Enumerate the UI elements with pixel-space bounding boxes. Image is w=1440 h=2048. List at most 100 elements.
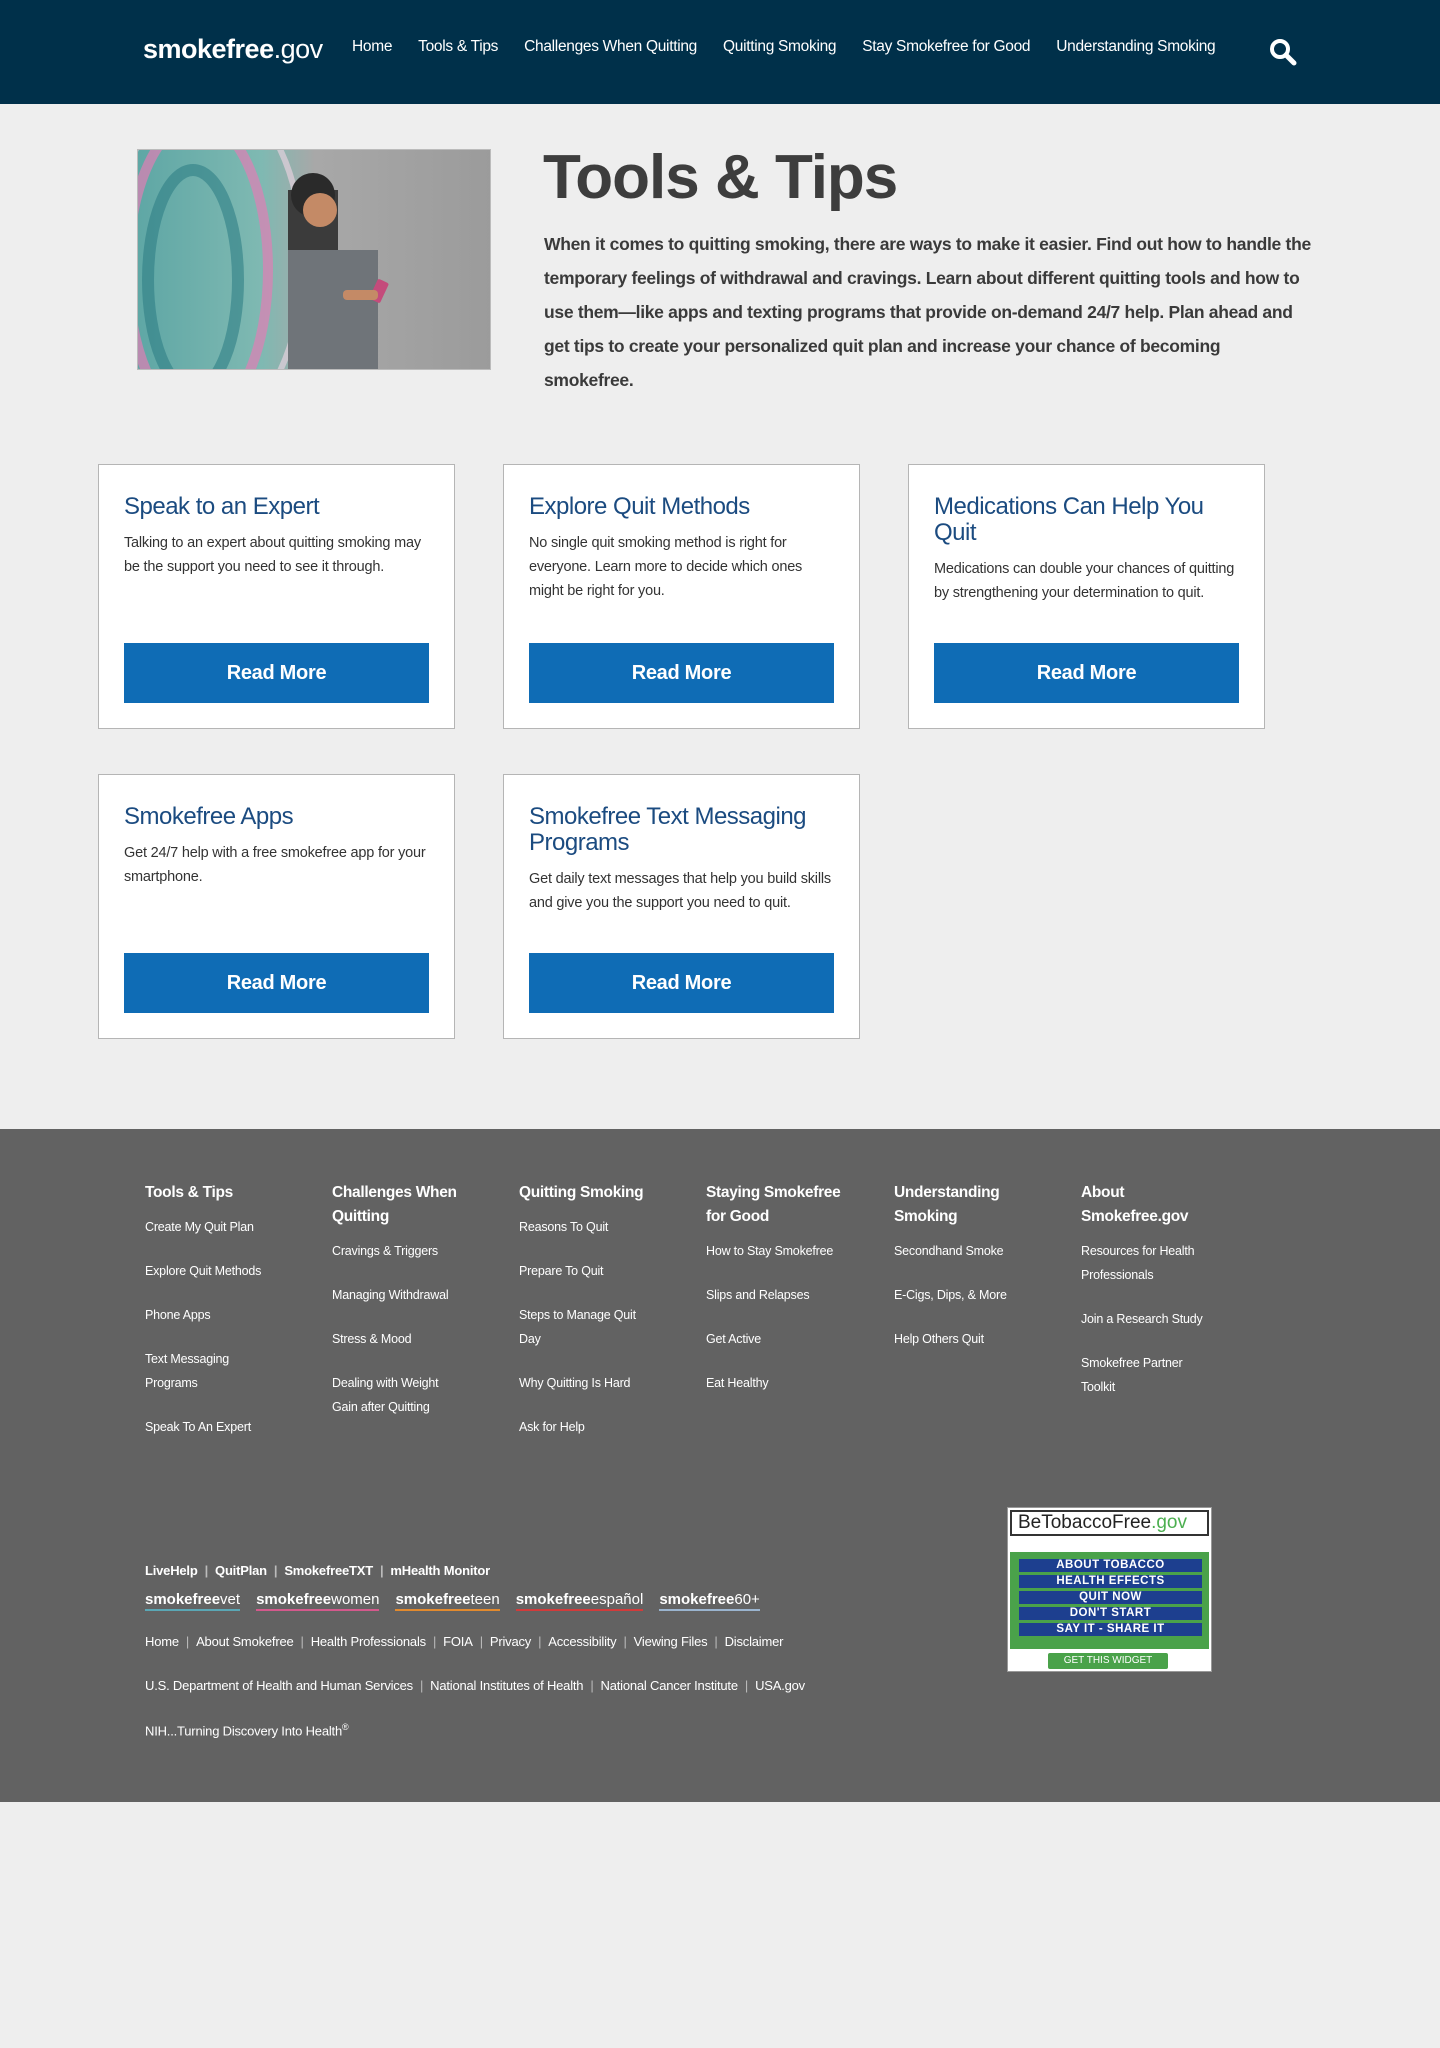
footer-link-health-professionals[interactable]: Health Professionals [311, 1634, 426, 1649]
widget-item[interactable]: DON'T START [1019, 1607, 1202, 1620]
footer-link[interactable]: Join a Research Study [1081, 1312, 1203, 1326]
read-more-button[interactable]: Read More [529, 643, 834, 703]
read-more-button[interactable]: Read More [529, 953, 834, 1013]
footer-link[interactable]: Eat Healthy [706, 1376, 769, 1390]
footer-link-home[interactable]: Home [145, 1634, 179, 1649]
brand-smokefree-women[interactable]: smokefreewomen [256, 1591, 380, 1611]
widget-menu: ABOUT TOBACCO HEALTH EFFECTS QUIT NOW DO… [1010, 1552, 1209, 1649]
page-title: Tools & Tips [543, 143, 898, 212]
card-text: Get daily text messages that help you bu… [529, 871, 831, 911]
card-smokefree-apps: Smokefree Apps Get 24/7 help with a free… [98, 774, 455, 1039]
footer-link[interactable]: Explore Quit Methods [145, 1264, 261, 1278]
logo-light-text: .gov [273, 34, 324, 64]
gov-link-usagov[interactable]: USA.gov [755, 1678, 805, 1693]
footer-link[interactable]: Get Active [706, 1332, 761, 1346]
footer-link[interactable]: Steps to Manage Quit Day [519, 1308, 636, 1346]
footer-link[interactable]: Resources for Health Professionals [1081, 1244, 1195, 1282]
footer-heading[interactable]: About Smokefree.gov [1081, 1181, 1201, 1229]
gov-link-nci[interactable]: National Cancer Institute [601, 1678, 739, 1693]
main-nav: Home Tools & Tips Challenges When Quitti… [352, 38, 1241, 56]
nav-stay-smokefree[interactable]: Stay Smokefree for Good [862, 38, 1030, 56]
footer-link[interactable]: Dealing with Weight Gain after Quitting [332, 1376, 439, 1414]
nav-tools-tips[interactable]: Tools & Tips [418, 38, 498, 56]
footer-heading[interactable]: Staying Smokefree for Good [706, 1181, 851, 1229]
footer-link[interactable]: Phone Apps [145, 1308, 211, 1322]
page-description: When it comes to quitting smoking, there… [544, 234, 1311, 390]
get-widget-button[interactable]: GET THIS WIDGET [1048, 1653, 1168, 1669]
footer-link[interactable]: Why Quitting Is Hard [519, 1376, 631, 1390]
footer-link[interactable]: Stress & Mood [332, 1332, 412, 1346]
footer-link[interactable]: Smokefree Partner Toolkit [1081, 1356, 1183, 1394]
site-logo[interactable]: smokefree.gov [143, 34, 323, 65]
footer-heading[interactable]: Understanding Smoking [894, 1181, 1014, 1229]
widget-item[interactable]: QUIT NOW [1019, 1591, 1202, 1604]
card-title: Explore Quit Methods [529, 493, 750, 520]
footer-col-staying-smokefree: Staying Smokefree for Good How to Stay S… [706, 1181, 846, 1415]
card-text-messaging: Smokefree Text Messaging Programs Get da… [503, 774, 860, 1039]
footer-link[interactable]: Speak To An Expert [145, 1420, 251, 1434]
footer-col-understanding-smoking: Understanding Smoking Secondhand Smoke E… [894, 1181, 1034, 1371]
card-title: Smokefree Text Messaging Programs [529, 803, 807, 856]
brand-smokefree-teen[interactable]: smokefreeteen [395, 1591, 500, 1611]
card-text: Medications can double your chances of q… [934, 561, 1235, 601]
footer-link-about[interactable]: About Smokefree [196, 1634, 294, 1649]
program-link-livehelp[interactable]: LiveHelp [145, 1563, 198, 1578]
footer-link[interactable]: E-Cigs, Dips, & More [894, 1288, 1007, 1302]
widget-item[interactable]: SAY IT - SHARE IT [1019, 1623, 1202, 1636]
program-link-smokefreetxt[interactable]: SmokefreeTXT [284, 1563, 373, 1578]
footer-link[interactable]: Cravings & Triggers [332, 1244, 438, 1258]
footer-link[interactable]: Ask for Help [519, 1420, 585, 1434]
nav-quitting-smoking[interactable]: Quitting Smoking [723, 38, 837, 56]
tagline-text: NIH...Turning Discovery Into Health [145, 1723, 342, 1739]
footer-heading[interactable]: Quitting Smoking [519, 1181, 659, 1205]
logo-bold-text: smokefree [143, 34, 274, 64]
footer-link[interactable]: Help Others Quit [894, 1332, 984, 1346]
nav-challenges[interactable]: Challenges When Quitting [524, 38, 697, 56]
widget-item[interactable]: ABOUT TOBACCO [1019, 1559, 1202, 1572]
read-more-button[interactable]: Read More [124, 953, 429, 1013]
footer-link[interactable]: How to Stay Smokefree [706, 1244, 833, 1258]
widget-title: BeTobaccoFree.gov [1010, 1510, 1209, 1536]
footer-link-disclaimer[interactable]: Disclaimer [725, 1634, 784, 1649]
registered-mark: ® [341, 1722, 349, 1732]
footer-link[interactable]: Text Messaging Programs [145, 1352, 229, 1390]
widget-item[interactable]: HEALTH EFFECTS [1019, 1575, 1202, 1588]
footer-link-accessibility[interactable]: Accessibility [548, 1634, 616, 1649]
nih-tagline[interactable]: NIH...Turning Discovery Into Health® [145, 1722, 349, 1739]
footer-link[interactable]: Prepare To Quit [519, 1264, 604, 1278]
footer-link[interactable]: Secondhand Smoke [894, 1244, 1004, 1258]
card-text: Get 24/7 help with a free smokefree app … [124, 845, 426, 885]
betobaccofree-widget[interactable]: BeTobaccoFree.gov ABOUT TOBACCO HEALTH E… [1007, 1507, 1212, 1672]
footer-link[interactable]: Slips and Relapses [706, 1288, 810, 1302]
read-more-button[interactable]: Read More [934, 643, 1239, 703]
program-link-quitplan[interactable]: QuitPlan [215, 1563, 267, 1578]
search-icon[interactable] [1268, 37, 1298, 67]
footer-link[interactable]: Managing Withdrawal [332, 1288, 449, 1302]
footer-col-quitting-smoking: Quitting Smoking Reasons To Quit Prepare… [519, 1181, 659, 1459]
gov-link-nih[interactable]: National Institutes of Health [430, 1678, 583, 1693]
brand-links: smokefreevet smokefreewomen smokefreetee… [145, 1591, 776, 1611]
brand-smokefree-60plus[interactable]: smokefree60+ [659, 1591, 760, 1611]
card-text: No single quit smoking method is right f… [529, 535, 803, 599]
gov-link-hhs[interactable]: U.S. Department of Health and Human Serv… [145, 1678, 413, 1693]
hero-image [137, 149, 491, 370]
footer-heading[interactable]: Tools & Tips [145, 1181, 285, 1205]
card-title: Speak to an Expert [124, 493, 320, 520]
card-medications: Medications Can Help You Quit Medication… [908, 464, 1265, 729]
footer-link-foia[interactable]: FOIA [443, 1634, 473, 1649]
footer-heading[interactable]: Challenges When Quitting [332, 1181, 462, 1229]
footer-col-tools-tips: Tools & Tips Create My Quit Plan Explore… [145, 1181, 285, 1459]
footer-link-privacy[interactable]: Privacy [490, 1634, 531, 1649]
card-text: Talking to an expert about quitting smok… [124, 535, 421, 575]
footer-link-viewing-files[interactable]: Viewing Files [634, 1634, 708, 1649]
program-link-mhealth[interactable]: mHealth Monitor [390, 1563, 490, 1578]
site-footer: Tools & Tips Create My Quit Plan Explore… [0, 1129, 1440, 1802]
footer-col-challenges: Challenges When Quitting Cravings & Trig… [332, 1181, 472, 1439]
footer-link[interactable]: Reasons To Quit [519, 1220, 608, 1234]
brand-smokefree-vet[interactable]: smokefreevet [145, 1591, 241, 1611]
nav-understanding-smoking[interactable]: Understanding Smoking [1056, 38, 1215, 56]
brand-smokefree-espanol[interactable]: smokefreeespañol [515, 1591, 644, 1611]
read-more-button[interactable]: Read More [124, 643, 429, 703]
footer-link[interactable]: Create My Quit Plan [145, 1220, 254, 1234]
nav-home[interactable]: Home [352, 38, 392, 56]
